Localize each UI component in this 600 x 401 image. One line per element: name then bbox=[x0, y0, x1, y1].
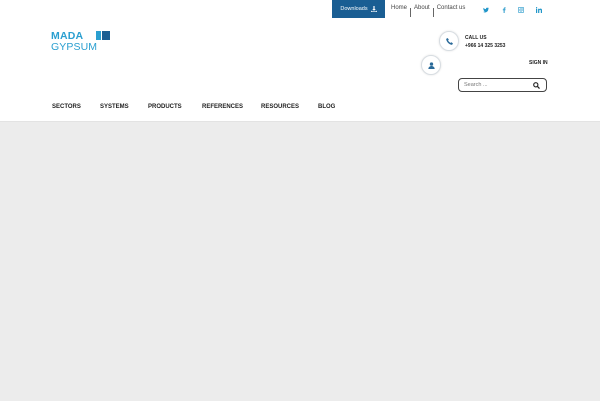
main-content-area bbox=[0, 121, 600, 401]
nav-item-sectors[interactable]: SECTORS bbox=[52, 104, 81, 110]
downloads-label: Downloads bbox=[340, 6, 368, 12]
nav-item-blog[interactable]: BLOG bbox=[318, 104, 335, 110]
nav-item-references[interactable]: REFERENCES bbox=[202, 104, 243, 110]
twitter-icon[interactable] bbox=[481, 5, 491, 15]
logo-text-gypsum: GYPSUM bbox=[51, 41, 98, 53]
sign-in-link[interactable]: SIGN IN bbox=[529, 60, 548, 66]
call-us-label: CALL US bbox=[465, 35, 487, 41]
logo-mark-icon bbox=[96, 31, 110, 40]
nav-item-resources[interactable]: RESOURCES bbox=[261, 104, 299, 110]
about-link[interactable]: About bbox=[412, 5, 432, 17]
downloads-button[interactable]: Downloads bbox=[332, 0, 385, 18]
phone-number[interactable]: +966 14 325 3253 bbox=[465, 43, 505, 49]
home-link[interactable]: Home bbox=[389, 5, 409, 17]
link-divider bbox=[432, 8, 434, 17]
download-icon bbox=[370, 6, 377, 12]
top-links: Home About Contact us bbox=[389, 5, 467, 17]
search-icon[interactable] bbox=[533, 82, 540, 89]
instagram-icon[interactable] bbox=[516, 5, 526, 15]
site-header: Downloads Home About Contact us MADA GYP… bbox=[0, 0, 600, 121]
linkedin-icon[interactable] bbox=[534, 5, 544, 15]
phone-button[interactable] bbox=[439, 31, 459, 51]
account-button[interactable] bbox=[421, 55, 441, 75]
nav-item-products[interactable]: PRODUCTS bbox=[148, 104, 182, 110]
link-divider bbox=[410, 8, 412, 17]
phone-icon bbox=[445, 37, 453, 45]
user-icon bbox=[427, 61, 435, 69]
search-input[interactable] bbox=[464, 80, 532, 90]
nav-item-systems[interactable]: SYSTEMS bbox=[100, 104, 129, 110]
mada-gypsum-logo[interactable]: MADA GYPSUM bbox=[51, 30, 111, 54]
contact-us-link[interactable]: Contact us bbox=[435, 5, 468, 17]
facebook-icon[interactable] bbox=[499, 5, 509, 15]
search-box bbox=[458, 78, 547, 92]
